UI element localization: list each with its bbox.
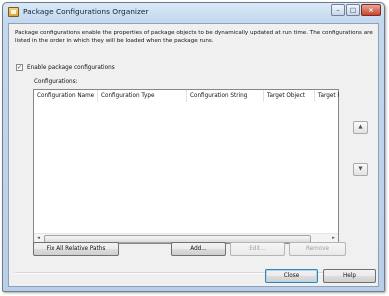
move-up-button[interactable]: ▲ — [353, 121, 368, 134]
column-configuration-name[interactable]: Configuration Name — [34, 90, 98, 102]
column-target-property[interactable]: Target Pro — [315, 90, 339, 102]
fix-relative-paths-button[interactable]: Fix All Relative Paths — [33, 242, 119, 256]
edit-button[interactable]: Edit... — [230, 242, 285, 256]
caption-buttons: – □ × — [330, 4, 381, 18]
footer-separator — [15, 272, 372, 274]
enable-configurations-checkbox[interactable]: ✓ — [16, 64, 23, 71]
column-configuration-string[interactable]: Configuration String — [187, 90, 264, 102]
help-button[interactable]: Help — [323, 269, 376, 283]
column-target-object[interactable]: Target Object — [264, 90, 315, 102]
enable-configurations-row[interactable]: ✓ Enable package configurations — [16, 64, 115, 71]
move-down-button[interactable]: ▼ — [353, 163, 368, 176]
dialog-body: Package configurations enable the proper… — [8, 23, 379, 287]
close-button[interactable]: Close — [265, 269, 318, 283]
column-configuration-type[interactable]: Configuration Type — [98, 90, 187, 102]
maximize-button[interactable]: □ — [346, 4, 360, 16]
add-button[interactable]: Add... — [171, 242, 226, 256]
minimize-button[interactable]: – — [331, 4, 345, 16]
window-title: Package Configurations Organizer — [23, 7, 149, 16]
list-header: Configuration Name Configuration Type Co… — [34, 90, 339, 102]
arrow-down-icon: ▼ — [358, 166, 363, 172]
remove-button[interactable]: Remove — [289, 242, 346, 256]
package-icon — [8, 7, 19, 17]
configurations-label: Configurations: — [34, 79, 78, 85]
description-text: Package configurations enable the proper… — [15, 30, 373, 44]
arrow-up-icon: ▲ — [358, 124, 363, 130]
close-window-button[interactable]: × — [361, 4, 381, 16]
configurations-list[interactable]: Configuration Name Configuration Type Co… — [33, 89, 339, 244]
enable-configurations-label[interactable]: Enable package configurations — [27, 65, 115, 71]
title-bar[interactable]: Package Configurations Organizer – □ × — [3, 3, 384, 22]
package-configurations-window: Package Configurations Organizer – □ × P… — [2, 2, 385, 292]
